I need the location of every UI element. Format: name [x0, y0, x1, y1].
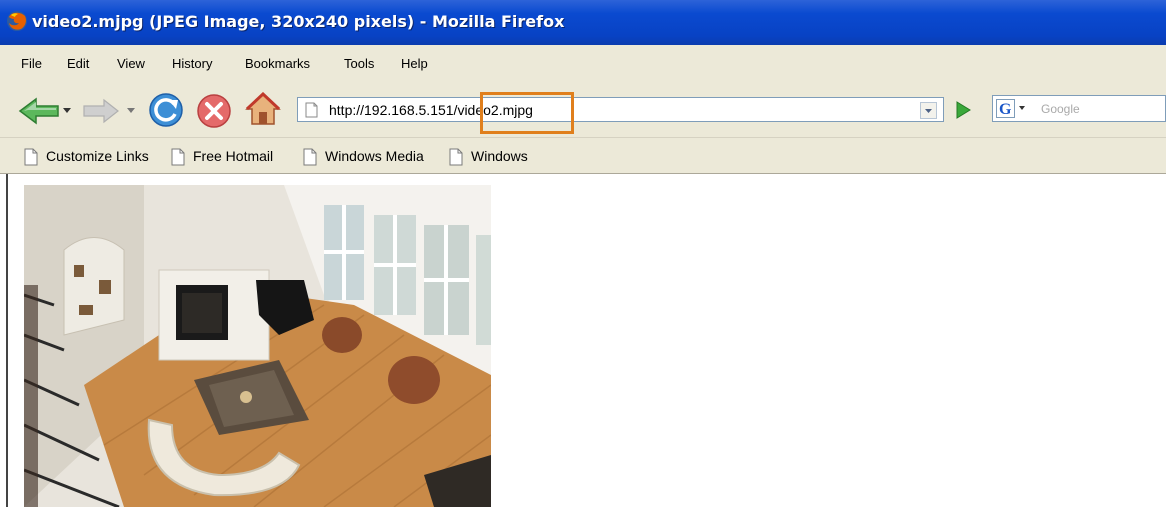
bookmark-windows[interactable]: Windows	[448, 147, 548, 167]
menu-file[interactable]: File	[21, 56, 42, 71]
url-bar[interactable]: http://192.168.5.151/video2.mjpg	[297, 97, 944, 122]
title-bar: video2.mjpg (JPEG Image, 320x240 pixels)…	[0, 0, 1166, 45]
menu-tools[interactable]: Tools	[344, 56, 374, 71]
menu-view[interactable]: View	[117, 56, 145, 71]
page-icon	[305, 102, 318, 118]
bookmark-label: Customize Links	[46, 148, 149, 164]
bookmark-label: Windows Media	[325, 148, 424, 164]
back-dropdown-icon[interactable]	[63, 108, 71, 114]
search-placeholder: Google	[1041, 102, 1080, 116]
menu-history[interactable]: History	[172, 56, 212, 71]
bookmark-free-hotmail[interactable]: Free Hotmail	[170, 147, 290, 167]
svg-text:G: G	[999, 101, 1012, 118]
forward-dropdown-icon[interactable]	[127, 108, 135, 114]
bookmark-label: Windows	[471, 148, 528, 164]
reload-icon[interactable]	[148, 92, 184, 128]
url-dropdown-icon[interactable]	[920, 102, 937, 119]
back-arrow-icon[interactable]	[18, 97, 60, 125]
bookmark-page-icon	[303, 148, 317, 166]
window-left-border	[6, 174, 8, 507]
search-box[interactable]: G Google	[992, 95, 1166, 122]
bookmark-page-icon	[24, 148, 38, 166]
bookmark-page-icon	[171, 148, 185, 166]
camera-snapshot-image	[24, 185, 491, 507]
url-filename-highlight	[480, 92, 574, 134]
google-engine-icon[interactable]: G	[996, 99, 1028, 118]
bookmarks-toolbar: Customize Links Free Hotmail Windows Med…	[0, 138, 1166, 174]
bookmark-label: Free Hotmail	[193, 148, 274, 164]
menu-bar: File Edit View History Bookmarks Tools H…	[0, 45, 1166, 81]
home-icon[interactable]	[245, 92, 281, 126]
forward-arrow-icon[interactable]	[82, 98, 120, 124]
bookmark-customize-links[interactable]: Customize Links	[23, 147, 163, 167]
window-title: video2.mjpg (JPEG Image, 320x240 pixels)…	[32, 12, 565, 31]
menu-help[interactable]: Help	[401, 56, 428, 71]
bookmark-page-icon	[449, 148, 463, 166]
menu-edit[interactable]: Edit	[67, 56, 89, 71]
stop-icon[interactable]	[196, 93, 232, 129]
menu-bookmarks[interactable]: Bookmarks	[245, 56, 310, 71]
bookmark-windows-media[interactable]: Windows Media	[302, 147, 442, 167]
go-arrow-icon[interactable]	[952, 99, 974, 121]
firefox-logo-icon	[7, 11, 27, 31]
